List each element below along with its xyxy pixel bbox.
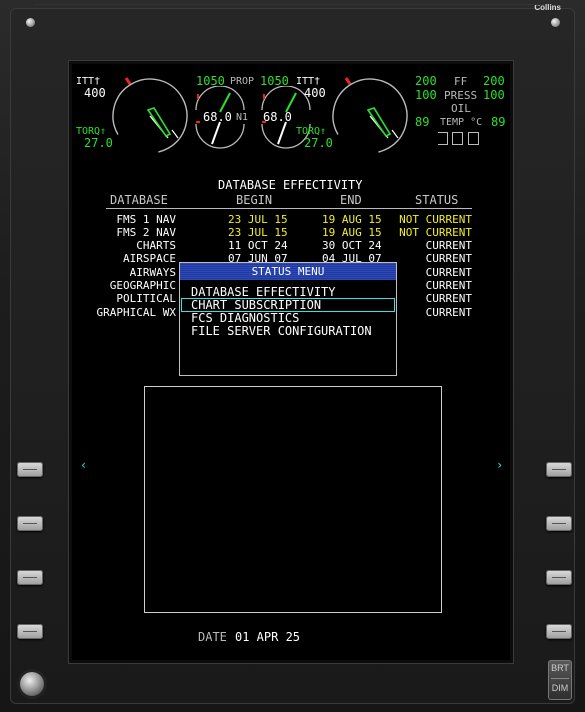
screw-icon bbox=[26, 18, 35, 27]
row-end: 19 AUG 15 bbox=[322, 226, 382, 239]
oil-indicator-box bbox=[468, 132, 479, 145]
date-label: DATE bbox=[198, 630, 227, 644]
row-status: CURRENT bbox=[425, 292, 472, 305]
effectivity-title: DATABASE EFFECTIVITY bbox=[218, 178, 363, 192]
right-line-select-button-2[interactable] bbox=[546, 516, 572, 531]
right-line-select-button-1[interactable] bbox=[546, 462, 572, 477]
row-database: AIRSPACE bbox=[123, 252, 176, 265]
right-line-select-button-3[interactable] bbox=[546, 570, 572, 585]
left-line-select-button-2[interactable] bbox=[17, 516, 43, 531]
row-database: FMS 2 NAV bbox=[116, 226, 176, 239]
row-end: 30 OCT 24 bbox=[322, 239, 382, 252]
header-end: END bbox=[340, 193, 362, 207]
row-database: AIRWAYS bbox=[129, 266, 176, 279]
row-status: NOT CURRENT bbox=[399, 226, 472, 239]
chart-window[interactable] bbox=[144, 386, 442, 613]
dimmer-knob[interactable] bbox=[20, 672, 44, 696]
ff-label: FF bbox=[454, 75, 468, 88]
oil-press-label: PRESS bbox=[444, 89, 478, 102]
display-screen: ITT† 400 TORQ⇑ 27.0 1050 PROP 1050 68.0 … bbox=[72, 64, 510, 660]
row-status: CURRENT bbox=[425, 279, 472, 292]
header-divider bbox=[106, 208, 472, 209]
menu-item-file-server-configuration[interactable]: FILE SERVER CONFIGURATION bbox=[191, 325, 372, 338]
oil-temp-label: TEMP °C bbox=[440, 117, 483, 128]
row-status: CURRENT bbox=[425, 306, 472, 319]
row-begin: 23 JUL 15 bbox=[228, 213, 288, 226]
row-status: CURRENT bbox=[425, 239, 472, 252]
chevron-right-icon[interactable]: › bbox=[496, 458, 503, 472]
row-database: FMS 1 NAV bbox=[116, 213, 176, 226]
chevron-left-icon[interactable]: ‹ bbox=[80, 458, 87, 472]
brt-label[interactable]: BRT bbox=[548, 660, 572, 677]
left-itt-torq-gauge bbox=[112, 77, 188, 154]
oil-indicator-box bbox=[452, 132, 463, 145]
left-ff-value: 200 bbox=[415, 74, 437, 88]
right-itt-value: 400 bbox=[304, 86, 326, 100]
row-status: NOT CURRENT bbox=[399, 213, 472, 226]
right-oil-press-value: 100 bbox=[483, 88, 505, 102]
header-status: STATUS bbox=[415, 193, 459, 207]
left-n1-gauge bbox=[195, 121, 245, 149]
row-database: CHARTS bbox=[136, 239, 176, 252]
oil-indicator-box bbox=[438, 132, 448, 145]
left-oil-temp-value: 89 bbox=[415, 115, 430, 129]
header-database: DATABASE bbox=[110, 193, 168, 207]
bevel-edge bbox=[34, 4, 544, 5]
left-line-select-button-3[interactable] bbox=[17, 570, 43, 585]
row-end: 19 AUG 15 bbox=[322, 213, 382, 226]
row-begin: 11 OCT 24 bbox=[228, 239, 288, 252]
left-line-select-button-4[interactable] bbox=[17, 624, 43, 639]
left-oil-press-value: 100 bbox=[415, 88, 437, 102]
header-begin: BEGIN bbox=[236, 193, 273, 207]
row-begin: 23 JUL 15 bbox=[228, 226, 288, 239]
right-oil-temp-value: 89 bbox=[491, 115, 506, 129]
right-line-select-button-4[interactable] bbox=[546, 624, 572, 639]
left-itt-value: 400 bbox=[84, 86, 106, 100]
brt-dim-rocker[interactable]: BRT DIM bbox=[548, 660, 572, 700]
row-database: POLITICAL bbox=[116, 292, 176, 305]
oil-label: OIL bbox=[451, 102, 471, 115]
dim-label[interactable]: DIM bbox=[548, 680, 572, 697]
date-value: 01 APR 25 bbox=[235, 630, 301, 644]
screw-icon bbox=[551, 18, 560, 27]
row-status: CURRENT bbox=[425, 266, 472, 279]
row-status: CURRENT bbox=[425, 252, 472, 265]
right-itt-torq-gauge bbox=[332, 77, 408, 154]
row-database: GRAPHICAL WX bbox=[96, 306, 176, 319]
row-database: GEOGRAPHIC bbox=[109, 279, 176, 292]
status-menu-title: STATUS MENU bbox=[180, 263, 396, 280]
status-menu: STATUS MENU DATABASE EFFECTIVITY CHART S… bbox=[179, 262, 397, 376]
left-line-select-button-1[interactable] bbox=[17, 462, 43, 477]
right-ff-value: 200 bbox=[483, 74, 505, 88]
